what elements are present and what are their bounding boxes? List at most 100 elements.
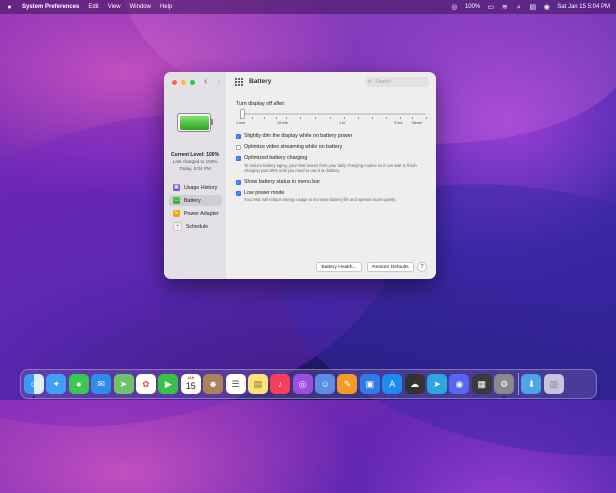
battery-percent-label[interactable]: 100% bbox=[465, 4, 480, 10]
checkbox-checked-icon[interactable]: ✓ bbox=[236, 179, 241, 185]
search-icon: ⌕ bbox=[368, 78, 372, 85]
wifi-icon[interactable]: ≋ bbox=[501, 4, 508, 11]
sidebar-item-label: Power Adapter bbox=[184, 210, 219, 217]
facetime-icon[interactable]: ▶ bbox=[158, 374, 179, 394]
dock-separator bbox=[517, 373, 519, 395]
sidebar-item-label: Battery bbox=[184, 197, 201, 204]
battery-graphic bbox=[177, 113, 211, 132]
option-label: Optimize video streaming while on batter… bbox=[244, 144, 343, 150]
spotlight-search-icon[interactable]: ⌕ bbox=[515, 4, 522, 11]
charged-time-label: Today, 5:04 PM bbox=[179, 166, 211, 171]
bot-app-icon[interactable]: ☺ bbox=[315, 374, 336, 394]
notes-icon[interactable]: ▤ bbox=[247, 374, 268, 394]
tick-label: Never bbox=[412, 121, 423, 125]
pages-icon[interactable]: ✎ bbox=[337, 374, 358, 394]
menu-help[interactable]: Help bbox=[160, 4, 172, 10]
option-label: Show battery status in menu bar bbox=[244, 179, 320, 185]
search-placeholder: Search bbox=[375, 79, 392, 85]
sidebar bbox=[164, 72, 226, 279]
control-center-icon[interactable]: ▤ bbox=[529, 4, 536, 11]
option-show-battery-status[interactable]: ✓ Show battery status in menu bar bbox=[236, 179, 320, 185]
sidebar-item-usage-history[interactable]: ▦ Usage History bbox=[169, 182, 222, 193]
system-preferences-icon[interactable]: ⚙ bbox=[494, 374, 515, 398]
checkbox-checked-icon[interactable]: ✓ bbox=[236, 190, 241, 196]
photos-icon[interactable]: ✿ bbox=[135, 374, 156, 394]
tick-label: 1 hr bbox=[339, 121, 346, 125]
calculator-icon[interactable]: ▦ bbox=[471, 374, 492, 394]
terminal-cloud-icon[interactable]: ☁ bbox=[404, 374, 425, 394]
option-optimize-video-streaming[interactable]: Optimize video streaming while on batter… bbox=[236, 144, 342, 150]
forward-chevron-icon[interactable]: › bbox=[217, 76, 220, 87]
window-title: Battery bbox=[249, 78, 272, 85]
messages-icon[interactable]: ● bbox=[68, 374, 89, 394]
keynote-icon[interactable]: ▣ bbox=[359, 374, 380, 394]
music-icon[interactable]: ♪ bbox=[270, 374, 291, 394]
battery-icon: ▭ bbox=[173, 197, 180, 204]
tick-label: 1 min bbox=[236, 121, 246, 125]
siri-icon[interactable]: ◉ bbox=[543, 4, 550, 11]
menubar-battery-icon[interactable]: ▭ bbox=[487, 4, 494, 11]
turn-display-off-label: Turn display off after: bbox=[236, 101, 286, 107]
slider-ticks bbox=[240, 117, 427, 120]
restore-defaults-button[interactable]: Restore Defaults bbox=[367, 262, 414, 272]
zoom-window-button[interactable] bbox=[190, 80, 195, 85]
sidebar-item-schedule[interactable]: ▪ Schedule bbox=[169, 221, 222, 232]
mail-icon[interactable]: ✉ bbox=[91, 374, 112, 394]
sidebar-item-label: Usage History bbox=[184, 184, 218, 191]
help-button[interactable]: ? bbox=[417, 262, 427, 272]
current-level-label: Current Level: 100% bbox=[170, 152, 220, 158]
menu-bar: ● System Preferences Edit View Window He… bbox=[0, 0, 616, 14]
reminders-icon[interactable]: ☰ bbox=[225, 374, 246, 394]
display-off-slider-track[interactable] bbox=[240, 113, 426, 115]
battery-graphic-tip bbox=[211, 119, 213, 125]
menu-edit[interactable]: Edit bbox=[88, 4, 98, 10]
option-dim-display[interactable]: ✓ Slightly dim the display while on batt… bbox=[236, 133, 352, 139]
downloads-folder-icon[interactable]: ⬇ bbox=[521, 374, 542, 394]
podcasts-icon[interactable]: ◎ bbox=[292, 374, 313, 394]
search-input[interactable]: ⌕ Search bbox=[365, 77, 429, 87]
option-label: Low power mode bbox=[244, 190, 285, 196]
option-label: Slightly dim the display while on batter… bbox=[244, 133, 353, 139]
calendar-day: 15 bbox=[185, 381, 196, 391]
menu-window[interactable]: Window bbox=[130, 4, 151, 10]
menubar-clock[interactable]: Sat Jan 15 5:04 PM bbox=[557, 4, 610, 10]
checkbox-checked-icon[interactable]: ✓ bbox=[236, 155, 241, 161]
optimized-charging-description: To reduce battery aging, your Mac learns… bbox=[244, 163, 417, 174]
minimize-window-button[interactable] bbox=[181, 80, 186, 85]
menu-app-name[interactable]: System Preferences bbox=[22, 4, 79, 10]
finder-icon[interactable]: ☺ bbox=[24, 374, 44, 398]
circle-status-icon[interactable]: ◎ bbox=[451, 4, 458, 11]
battery-health-button[interactable]: Battery Health... bbox=[316, 262, 362, 272]
show-all-grid-icon[interactable] bbox=[235, 78, 243, 86]
checkbox-checked-icon[interactable]: ✓ bbox=[236, 133, 241, 139]
option-low-power-mode[interactable]: ✓ Low power mode bbox=[236, 190, 284, 196]
maps-icon[interactable]: ➤ bbox=[113, 374, 134, 394]
apple-menu-icon[interactable]: ● bbox=[6, 4, 13, 11]
tick-label: 3 hrs bbox=[394, 121, 403, 125]
sidebar-item-battery[interactable]: ▭ Battery bbox=[169, 195, 222, 206]
close-window-button[interactable] bbox=[172, 80, 177, 85]
dock: ☺ ✦ ● ✉ ➤ ✿ ▶ JAN 15 ☻ ☰ ▤ ♪ ◎ ☺ ✎ ▣ A ☁… bbox=[20, 369, 597, 399]
telegram-icon[interactable]: ➤ bbox=[427, 374, 448, 394]
title-bar: ‹ › Battery ⌕ Search bbox=[164, 72, 436, 92]
menu-view[interactable]: View bbox=[108, 4, 121, 10]
calendar-month: JAN bbox=[187, 376, 195, 380]
schedule-icon: ▪ bbox=[173, 222, 182, 231]
safari-icon[interactable]: ✦ bbox=[46, 374, 67, 394]
discord-icon[interactable]: ◉ bbox=[449, 374, 470, 394]
app-store-icon[interactable]: A bbox=[382, 374, 403, 394]
last-charged-label: Last charged to 100% bbox=[172, 159, 218, 164]
sidebar-item-power-adapter[interactable]: ϟ Power Adapter bbox=[169, 208, 222, 219]
contacts-icon[interactable]: ☻ bbox=[203, 374, 224, 394]
calendar-icon[interactable]: JAN 15 bbox=[180, 374, 201, 394]
sidebar-item-label: Schedule bbox=[186, 223, 209, 230]
usage-history-icon: ▦ bbox=[173, 184, 180, 191]
battery-preferences-window: ‹ › Battery ⌕ Search Current Level: 100%… bbox=[164, 72, 436, 279]
checkbox-unchecked-icon[interactable] bbox=[236, 144, 241, 150]
tick-label: 15 min bbox=[277, 121, 289, 125]
option-label: Optimized battery charging bbox=[244, 155, 308, 161]
trash-icon[interactable]: ▥ bbox=[543, 374, 564, 394]
back-chevron-icon[interactable]: ‹ bbox=[204, 76, 207, 87]
power-adapter-icon: ϟ bbox=[173, 210, 180, 217]
option-optimized-battery-charging[interactable]: ✓ Optimized battery charging bbox=[236, 155, 307, 161]
